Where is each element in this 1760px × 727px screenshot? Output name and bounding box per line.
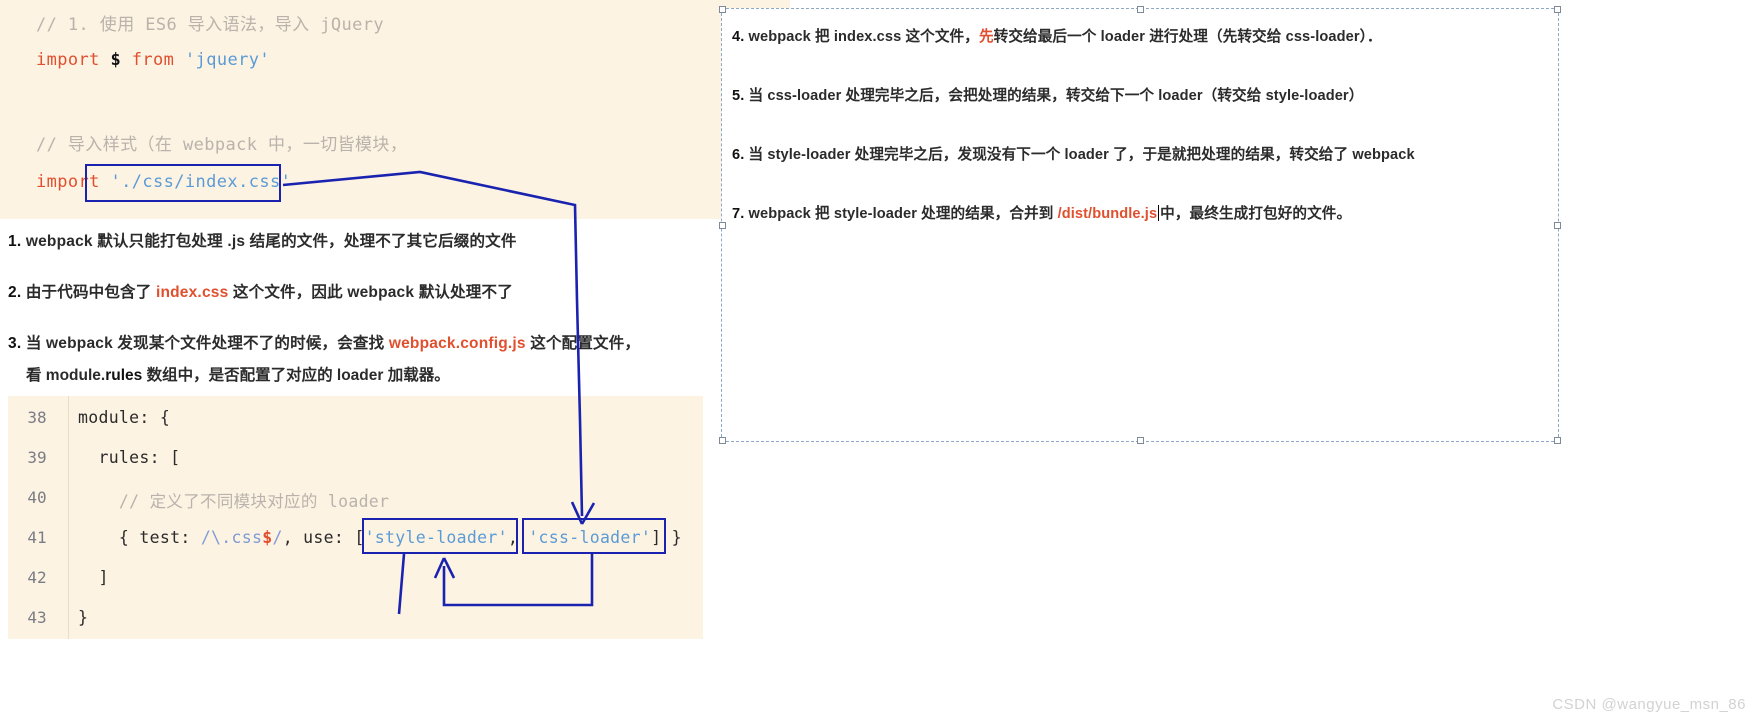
bottom-code-panel[interactable]: 38 module: {39 rules: [40 // 定义了不同模块对应的 l… [8,396,703,639]
code-row[interactable]: 43} [8,608,703,648]
code-line-import-css: import './css/index.css' [36,172,292,192]
code-text: rules: [ [78,448,181,467]
line-number: 39 [27,448,47,467]
resize-handle-bottom-left[interactable] [719,437,726,444]
code-line-import-jquery: import $ from 'jquery' [36,50,271,70]
line-number: 42 [27,568,47,587]
resize-handle-bottom-center[interactable] [1137,437,1144,444]
resize-handle-top-left[interactable] [719,6,726,13]
left-column: // 1. 使用 ES6 导入语法，导入 jQuery import $ fro… [0,0,790,727]
code-text: ] [78,568,109,587]
code-text: { test: /\.css$/, use: ['style-loader', … [78,528,682,547]
line-number: 40 [27,488,47,507]
code-row[interactable]: 41 { test: /\.css$/, use: ['style-loader… [8,528,703,568]
line-number: 41 [27,528,47,547]
code-line-import-comment-1: // 1. 使用 ES6 导入语法，导入 jQuery [36,15,385,35]
right-note-item-5: 5. 当 css-loader 处理完毕之后，会把处理的结果，转交给下一个 lo… [732,88,1364,104]
right-note-item-7: 7. webpack 把 style-loader 处理的结果，合并到 /dis… [732,205,1352,222]
code-line-import-comment-2: // 导入样式（在 webpack 中，一切皆模块， [36,135,408,155]
resize-handle-middle-right[interactable] [1554,222,1561,229]
resize-handle-bottom-right[interactable] [1554,437,1561,444]
code-text: // 定义了不同模块对应的 loader [78,492,390,511]
code-row[interactable]: 39 rules: [ [8,448,703,488]
note-item-3: 3. 当 webpack 发现某个文件处理不了的时候，会查找 webpack.c… [8,335,641,352]
line-number: 43 [27,608,47,627]
code-text: } [78,608,89,627]
left-notes-block: 1. webpack 默认只能打包处理 .js 结尾的文件，处理不了其它后缀的文… [0,219,790,395]
right-note-item-4: 4. webpack 把 index.css 这个文件，先转交给最后一个 loa… [732,29,1382,45]
code-row[interactable]: 38 module: { [8,408,703,448]
resize-handle-top-right[interactable] [1554,6,1561,13]
resize-handle-middle-left[interactable] [719,222,726,229]
code-row[interactable]: 40 // 定义了不同模块对应的 loader [8,488,703,528]
code-row[interactable]: 42 ] [8,568,703,608]
resize-handle-top-center[interactable] [1137,6,1144,13]
right-text-panel[interactable]: 4. webpack 把 index.css 这个文件，先转交给最后一个 loa… [719,6,1561,444]
csdn-watermark: CSDN @wangyue_msn_86 [1552,696,1746,713]
line-number: 38 [27,408,47,427]
code-text: module: { [78,408,171,427]
note-item-1: 1. webpack 默认只能打包处理 .js 结尾的文件，处理不了其它后缀的文… [8,233,517,250]
top-code-panel[interactable]: // 1. 使用 ES6 导入语法，导入 jQuery import $ fro… [0,0,790,219]
note-item-2: 2. 由于代码中包含了 index.css 这个文件，因此 webpack 默认… [8,284,513,301]
right-note-item-6: 6. 当 style-loader 处理完毕之后，发现没有下一个 loader … [732,147,1415,163]
note-item-3-line-2: 看 module.rules 数组中，是否配置了对应的 loader 加载器。 [26,367,450,384]
